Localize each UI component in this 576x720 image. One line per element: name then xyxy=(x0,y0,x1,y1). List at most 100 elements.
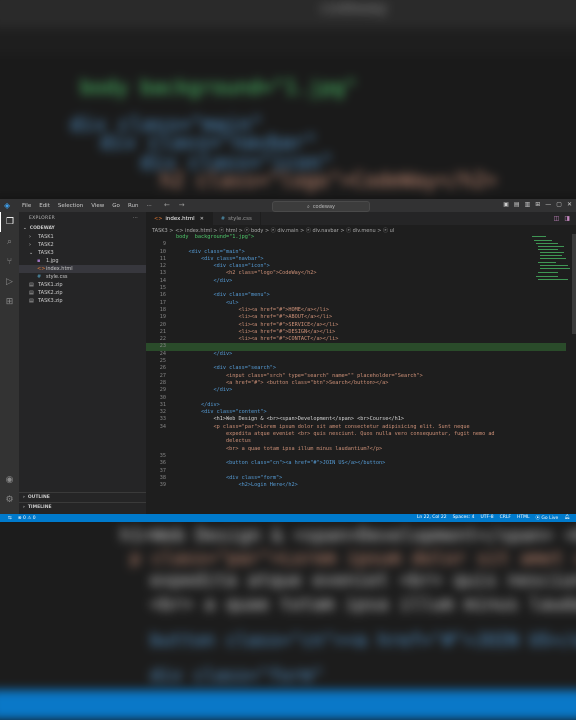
files-icon[interactable]: ❐ xyxy=(0,212,19,232)
line-text: <ul> xyxy=(176,299,239,306)
blurred-code-line: h1>Web Design & <span>Development</span>… xyxy=(120,525,576,546)
tab-style-css[interactable]: # style.css xyxy=(213,212,261,225)
folder-item[interactable]: › TASK1 xyxy=(19,233,146,241)
window-controls: ▣ ▤ ▥ ⊞ — ▢ ✕ xyxy=(503,201,572,208)
split-editor-icon[interactable]: ◫ xyxy=(554,215,560,222)
line-number: 20 xyxy=(159,321,166,328)
layout-sidebar-icon[interactable]: ▣ xyxy=(503,201,509,208)
file-item[interactable]: ▤ TASK3.zip xyxy=(19,297,146,305)
file-item[interactable]: ▪ 1.jpg xyxy=(19,257,146,265)
command-center-search[interactable]: ⌕ codeway xyxy=(272,201,370,212)
line-text: <h2>Login Here</h2> xyxy=(176,482,298,489)
line-number: 14 xyxy=(159,277,166,284)
folder-label: TASK3 xyxy=(38,250,54,256)
line-text: <div class="search"> xyxy=(176,365,276,372)
layout-secondary-icon[interactable]: ▥ xyxy=(525,201,531,208)
explorer-more-button[interactable]: ··· xyxy=(133,216,138,221)
code-line: expedita atque eveniet <br> quis nesciun… xyxy=(146,431,566,438)
explorer-sidebar: EXPLORER ··· ⌄ CODEWAY › TASK1 › TASK2 ⌄… xyxy=(19,212,150,514)
code-line: 39 <h2>Login Here</h2> xyxy=(146,482,566,489)
line-text: <p class="par">Lorem ipsum dolor sit ame… xyxy=(176,423,470,430)
menu-view[interactable]: View xyxy=(87,203,108,209)
minimize-icon[interactable]: — xyxy=(545,201,551,208)
code-line: 24 </div> xyxy=(146,351,566,358)
remote-icon[interactable]: ⇆ xyxy=(8,516,12,521)
code-line: 25 xyxy=(146,358,566,365)
file-label: TASK1.zip xyxy=(38,282,63,288)
code-editor[interactable]: body background="1.jpg"> 9 10 <div class… xyxy=(146,234,566,489)
code-line: 33 <h1>Web Design & <br><span>Developmen… xyxy=(146,416,566,423)
blurred-code-line: <br> a quae totam ipsa illum minus lauda… xyxy=(150,594,576,615)
source-control-icon[interactable]: ⑂ xyxy=(0,252,19,272)
workspace-name: codeway xyxy=(312,203,335,210)
maximize-icon[interactable]: ▢ xyxy=(556,201,562,208)
folder-item[interactable]: › TASK2 xyxy=(19,241,146,249)
breadcrumb[interactable]: TASK3 > <> index.html > ⓔ html > ⓔ body … xyxy=(152,227,394,234)
menu-edit[interactable]: Edit xyxy=(35,203,54,209)
menu-go[interactable]: Go xyxy=(108,203,124,209)
blurred-code-line: expedita atque eveniet <br> quis nesciun… xyxy=(150,570,576,591)
tab-label: index.html xyxy=(165,215,195,222)
close-icon[interactable]: ✕ xyxy=(567,201,572,208)
line-text: <div class="content"> xyxy=(176,409,267,416)
file-item[interactable]: ▤ TASK2.zip xyxy=(19,289,146,297)
forward-arrow-icon[interactable]: → xyxy=(179,201,185,209)
line-number: 31 xyxy=(159,401,166,408)
layout-panel-icon[interactable]: ▤ xyxy=(514,201,520,208)
line-number: 34 xyxy=(159,423,166,430)
line-text: <div class="main"> xyxy=(176,248,245,255)
line-text: <div class="menu"> xyxy=(176,292,270,299)
folder-label: TASK2 xyxy=(38,242,54,248)
chevron-down-icon: ⌄ xyxy=(23,226,27,231)
line-text: delectus xyxy=(176,438,251,445)
go-live-button[interactable]: ⦿ Go Live xyxy=(535,515,558,521)
line-text: <div class="icon"> xyxy=(176,263,270,270)
indentation[interactable]: Spaces: 4 xyxy=(453,515,475,521)
file-item[interactable]: <> index.html xyxy=(19,265,146,273)
blurred-tabs xyxy=(0,28,576,54)
language-mode[interactable]: HTML xyxy=(517,515,530,521)
more-actions-icon[interactable]: ◨ xyxy=(564,215,570,222)
outline-label: OUTLINE xyxy=(27,495,50,500)
account-icon[interactable]: ◉ xyxy=(0,470,19,490)
outline-section[interactable]: › OUTLINE xyxy=(19,492,150,502)
editor-scrollbar[interactable] xyxy=(572,234,576,334)
menu-more[interactable]: ··· xyxy=(142,203,155,209)
file-item[interactable]: # style.css xyxy=(19,273,146,281)
chevron-right-icon: › xyxy=(29,234,31,240)
blurred-title: codeway xyxy=(320,0,388,17)
code-line: 37 xyxy=(146,468,566,475)
minimap[interactable] xyxy=(530,234,572,294)
cursor-position[interactable]: Ln 22, Col 22 xyxy=(417,515,447,521)
code-line: 19 <li><a href="#">ABOUT</a></li> xyxy=(146,314,566,321)
close-icon[interactable]: ✕ xyxy=(200,216,204,222)
code-line: 12 <div class="icon"> xyxy=(146,263,566,270)
line-text: </div> xyxy=(176,277,233,284)
code-line: 26 <div class="search"> xyxy=(146,365,566,372)
extensions-icon[interactable]: ⊞ xyxy=(0,292,19,312)
code-line: 30 xyxy=(146,395,566,402)
menu-file[interactable]: File xyxy=(18,203,35,209)
file-label: TASK2.zip xyxy=(38,290,63,296)
workspace-section[interactable]: ⌄ CODEWAY xyxy=(19,224,146,233)
folder-item[interactable]: ⌄ TASK3 xyxy=(19,249,146,257)
encoding[interactable]: UTF-8 xyxy=(480,515,493,521)
bell-icon[interactable]: 🔔︎ xyxy=(564,515,570,521)
run-debug-icon[interactable]: ▷ xyxy=(0,272,19,292)
timeline-section[interactable]: › TIMELINE xyxy=(19,502,150,512)
line-number: 28 xyxy=(159,379,166,386)
problems-indicator[interactable]: ⊗ 0 ⚠ 0 xyxy=(18,516,36,521)
editor-actions: ◫ ◨ xyxy=(554,215,570,222)
menu-run[interactable]: Run xyxy=(124,203,143,209)
line-number: 26 xyxy=(159,365,166,372)
back-arrow-icon[interactable]: ← xyxy=(164,201,170,209)
chevron-right-icon: › xyxy=(23,495,25,500)
search-icon[interactable]: ⌕ xyxy=(0,232,19,252)
code-line: 27 <input class="srch" type="search" nam… xyxy=(146,373,566,380)
tab-index-html[interactable]: <> index.html ✕ xyxy=(146,212,213,225)
file-item[interactable]: ▤ TASK1.zip xyxy=(19,281,146,289)
settings-icon[interactable]: ⚙ xyxy=(0,490,19,510)
line-ending[interactable]: CRLF xyxy=(500,515,511,521)
menu-selection[interactable]: Selection xyxy=(54,203,87,209)
layout-customize-icon[interactable]: ⊞ xyxy=(535,201,540,208)
